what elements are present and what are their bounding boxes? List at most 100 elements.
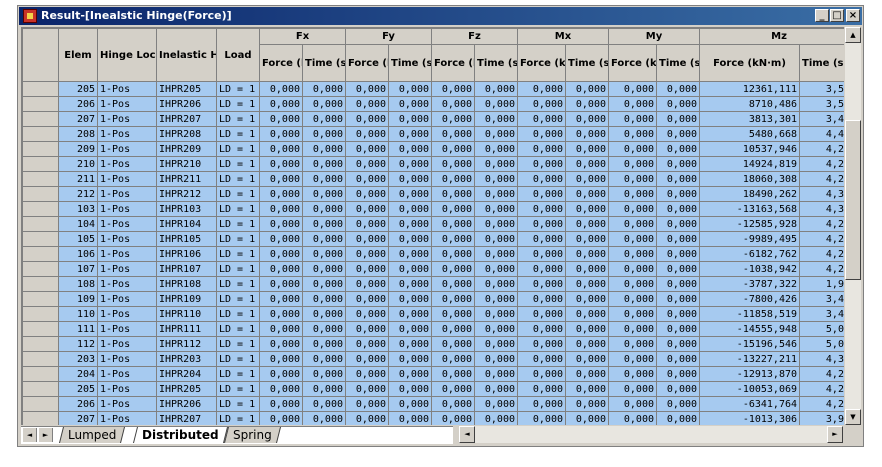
cell-fy-force[interactable]: 0,000 xyxy=(345,231,389,247)
cell-fx-force[interactable]: 0,000 xyxy=(259,96,303,112)
cell-fz-time[interactable]: 0,000 xyxy=(474,351,518,367)
cell-mx-time[interactable]: 0,000 xyxy=(565,306,609,322)
cell-fy-time[interactable]: 0,000 xyxy=(388,171,432,187)
cell-fz-time[interactable]: 0,000 xyxy=(474,231,518,247)
cell-mz-force[interactable]: -1013,306 xyxy=(699,411,801,425)
header-inelastic-prop[interactable]: Inelastic Hinge Prop. xyxy=(156,28,217,82)
cell-mz-force[interactable]: 3813,301 xyxy=(699,111,801,127)
cell-fz-force[interactable]: 0,000 xyxy=(431,381,475,397)
cell-hinge-location[interactable]: 1-Pos xyxy=(97,186,157,202)
cell-elem[interactable]: 110 xyxy=(58,306,98,322)
cell-fz-force[interactable]: 0,000 xyxy=(431,81,475,97)
cell-load[interactable]: LD = 1 xyxy=(216,141,260,157)
cell-my-force[interactable]: 0,000 xyxy=(608,351,657,367)
cell-mx-time[interactable]: 0,000 xyxy=(565,381,609,397)
cell-mx-force[interactable]: 0,000 xyxy=(517,261,566,277)
cell-fy-force[interactable]: 0,000 xyxy=(345,156,389,172)
cell-elem[interactable]: 209 xyxy=(58,141,98,157)
cell-load[interactable]: LD = 1 xyxy=(216,96,260,112)
cell-my-time[interactable]: 0,000 xyxy=(655,111,701,127)
cell-my-force[interactable]: 0,000 xyxy=(608,381,657,397)
cell-fx-force[interactable]: 0,000 xyxy=(259,246,303,262)
cell-fy-force[interactable]: 0,000 xyxy=(345,366,389,382)
cell-elem[interactable]: 206 xyxy=(58,396,98,412)
row-header[interactable] xyxy=(22,156,59,172)
minimize-button[interactable]: _ xyxy=(815,9,829,22)
cell-inelastic-prop[interactable]: IHPR207 xyxy=(156,111,217,127)
table-row[interactable]: 106 1-Pos IHPR106 LD = 1 0,000 0,000 0,000 0,00… xyxy=(22,246,844,262)
cell-mz-time[interactable]: 3,410 xyxy=(799,291,844,307)
cell-hinge-location[interactable]: 1-Pos xyxy=(97,306,157,322)
cell-hinge-location[interactable]: 1-Pos xyxy=(97,126,157,142)
cell-mz-force[interactable]: -6182,762 xyxy=(699,246,801,262)
row-header[interactable] xyxy=(22,411,59,425)
cell-load[interactable]: LD = 1 xyxy=(216,201,260,217)
cell-mx-force[interactable]: 0,000 xyxy=(517,126,566,142)
cell-elem[interactable]: 211 xyxy=(58,171,98,187)
cell-mz-time[interactable]: 5,000 xyxy=(799,336,844,352)
cell-elem[interactable]: 212 xyxy=(58,186,98,202)
cell-fy-time[interactable]: 0,000 xyxy=(388,216,432,232)
cell-fz-force[interactable]: 0,000 xyxy=(431,276,475,292)
cell-mz-time[interactable]: 3,490 xyxy=(799,111,844,127)
cell-load[interactable]: LD = 1 xyxy=(216,321,260,337)
cell-fy-force[interactable]: 0,000 xyxy=(345,186,389,202)
row-header[interactable] xyxy=(22,291,59,307)
cell-fz-time[interactable]: 0,000 xyxy=(474,141,518,157)
cell-mx-force[interactable]: 0,000 xyxy=(517,291,566,307)
cell-fx-time[interactable]: 0,000 xyxy=(302,216,346,232)
cell-fx-time[interactable]: 0,000 xyxy=(302,171,346,187)
cell-fy-time[interactable]: 0,000 xyxy=(388,81,432,97)
row-header[interactable] xyxy=(22,276,59,292)
cell-fx-force[interactable]: 0,000 xyxy=(259,171,303,187)
cell-fx-time[interactable]: 0,000 xyxy=(302,336,346,352)
cell-hinge-location[interactable]: 1-Pos xyxy=(97,381,157,397)
row-header[interactable] xyxy=(22,81,59,97)
header-mx-force[interactable]: Force (kN·m) xyxy=(517,44,566,82)
cell-fx-force[interactable]: 0,000 xyxy=(259,81,303,97)
cell-my-force[interactable]: 0,000 xyxy=(608,81,657,97)
header-fy-force[interactable]: Force (kN) xyxy=(345,44,389,82)
tab-distributed[interactable]: Distributed xyxy=(133,427,228,443)
cell-fx-time[interactable]: 0,000 xyxy=(302,111,346,127)
table-row[interactable]: 205 1-Pos IHPR205 LD = 1 0,000 0,000 0,000 0,00… xyxy=(22,81,844,97)
row-header[interactable] xyxy=(22,366,59,382)
cell-mx-force[interactable]: 0,000 xyxy=(517,321,566,337)
cell-fy-force[interactable]: 0,000 xyxy=(345,96,389,112)
cell-fy-time[interactable]: 0,000 xyxy=(388,411,432,425)
row-header[interactable] xyxy=(22,186,59,202)
cell-mx-force[interactable]: 0,000 xyxy=(517,306,566,322)
cell-load[interactable]: LD = 1 xyxy=(216,111,260,127)
cell-mz-force[interactable]: -6341,764 xyxy=(699,396,801,412)
cell-fy-time[interactable]: 0,000 xyxy=(388,291,432,307)
header-load[interactable]: Load xyxy=(216,28,260,82)
cell-my-time[interactable]: 0,000 xyxy=(655,246,701,262)
cell-fy-force[interactable]: 0,000 xyxy=(345,291,389,307)
horizontal-scrollbar[interactable]: ◄ ► xyxy=(459,426,843,443)
cell-fx-force[interactable]: 0,000 xyxy=(259,321,303,337)
cell-fx-force[interactable]: 0,000 xyxy=(259,231,303,247)
cell-fx-force[interactable]: 0,000 xyxy=(259,261,303,277)
cell-mx-force[interactable]: 0,000 xyxy=(517,411,566,425)
cell-fz-time[interactable]: 0,000 xyxy=(474,381,518,397)
header-fz-time[interactable]: Time (sec) xyxy=(474,44,518,82)
cell-hinge-location[interactable]: 1-Pos xyxy=(97,336,157,352)
cell-load[interactable]: LD = 1 xyxy=(216,171,260,187)
table-row[interactable]: 206 1-Pos IHPR206 LD = 1 0,000 0,000 0,000 0,00… xyxy=(22,396,844,412)
cell-mz-time[interactable]: 4,250 xyxy=(799,261,844,277)
cell-mz-time[interactable]: 3,500 xyxy=(799,96,844,112)
cell-mz-force[interactable]: -12585,928 xyxy=(699,216,801,232)
cell-fy-force[interactable]: 0,000 xyxy=(345,81,389,97)
table-row[interactable]: 109 1-Pos IHPR109 LD = 1 0,000 0,000 0,000 0,00… xyxy=(22,291,844,307)
table-row[interactable]: 209 1-Pos IHPR209 LD = 1 0,000 0,000 0,000 0,00… xyxy=(22,141,844,157)
cell-fz-time[interactable]: 0,000 xyxy=(474,276,518,292)
row-header[interactable] xyxy=(22,261,59,277)
cell-my-time[interactable]: 0,000 xyxy=(655,141,701,157)
table-row[interactable]: 108 1-Pos IHPR108 LD = 1 0,000 0,000 0,000 0,00… xyxy=(22,276,844,292)
cell-fx-force[interactable]: 0,000 xyxy=(259,126,303,142)
title-bar[interactable]: Result-[Inealstic Hinge(Force)] _ □ × xyxy=(19,7,862,25)
cell-fy-force[interactable]: 0,000 xyxy=(345,336,389,352)
cell-mz-force[interactable]: 18060,308 xyxy=(699,171,801,187)
cell-my-time[interactable]: 0,000 xyxy=(655,231,701,247)
table-row[interactable]: 206 1-Pos IHPR206 LD = 1 0,000 0,000 0,000 0,00… xyxy=(22,96,844,112)
